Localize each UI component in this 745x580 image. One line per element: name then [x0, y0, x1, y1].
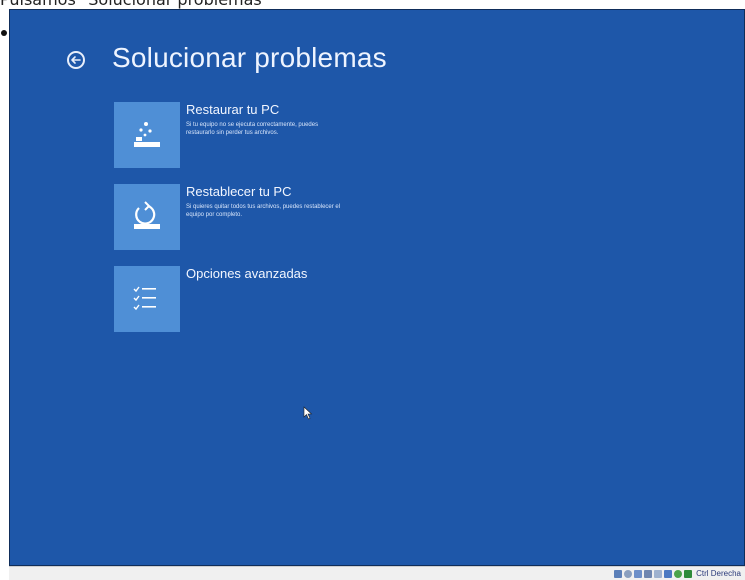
usb-icon[interactable] — [634, 569, 643, 578]
host-key-label: Ctrl Derecha — [696, 569, 741, 578]
page-title: Solucionar problemas — [112, 42, 387, 73]
option-description: Si quieres quitar todos tus archivos, pu… — [186, 204, 341, 218]
optical-drive-icon[interactable] — [624, 569, 633, 578]
network-icon[interactable] — [664, 569, 673, 578]
option-advanced-options[interactable]: Opciones avanzadas — [114, 266, 514, 336]
caption-text: Pulsamos "Solucionar problemas" — [0, 0, 745, 9]
display-icon[interactable] — [654, 569, 663, 578]
troubleshoot-screen: Solucionar problemas Restaurar tu PC Si … — [9, 9, 745, 566]
green-status-icon[interactable] — [684, 569, 693, 578]
option-reset-pc[interactable]: Restablecer tu PC Si quieres quitar todo… — [114, 184, 514, 254]
shared-folder-icon[interactable] — [644, 569, 653, 578]
mouse-integration-icon[interactable] — [674, 569, 683, 578]
vm-status-bar: Ctrl Derecha — [9, 566, 745, 580]
option-title: Opciones avanzadas — [186, 266, 308, 281]
reset-icon — [114, 184, 180, 250]
hard-disk-icon[interactable] — [614, 569, 623, 578]
list-bullet — [1, 30, 7, 36]
option-restore-pc[interactable]: Restaurar tu PC Si tu equipo no se ejecu… — [114, 102, 514, 172]
option-title: Restablecer tu PC — [186, 184, 292, 199]
option-title: Restaurar tu PC — [186, 102, 280, 117]
back-arrow-icon[interactable] — [67, 51, 85, 69]
status-tray: Ctrl Derecha — [614, 568, 741, 579]
option-description: Si tu equipo no se ejecuta correctamente… — [186, 122, 319, 136]
vm-window: Solucionar problemas Restaurar tu PC Si … — [9, 9, 745, 580]
checklist-icon — [114, 266, 180, 332]
restore-icon — [114, 102, 180, 168]
mouse-pointer-icon — [303, 405, 313, 424]
